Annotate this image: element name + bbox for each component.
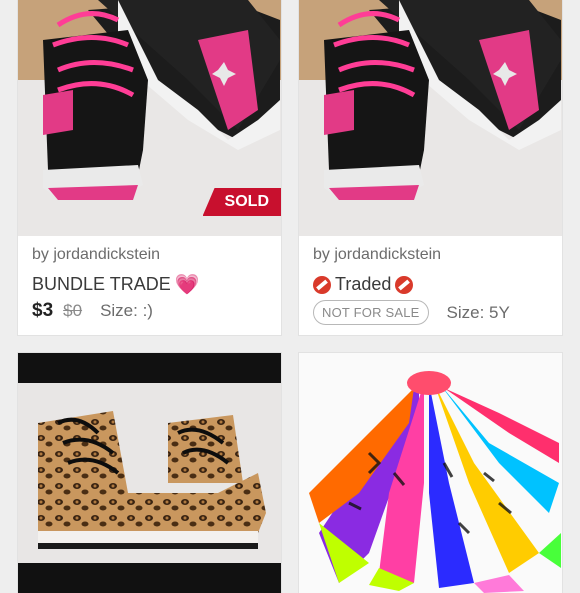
heart-icon: 💗 — [174, 273, 200, 296]
listing-title-text: Traded — [335, 274, 392, 294]
listing-details: $3 $0 Size: :) — [32, 300, 271, 322]
size-label: Size: 5Y — [446, 302, 510, 322]
listing-details: NOT FOR SALE Size: 5Y — [313, 300, 552, 325]
no-entry-icon — [313, 275, 331, 294]
no-entry-icon — [395, 275, 414, 294]
socks-photo — [299, 353, 562, 593]
listing-title-text: BUNDLE TRADE — [32, 274, 171, 294]
sneaker-photo — [299, 0, 562, 236]
listing-card[interactable] — [18, 353, 281, 593]
listing-card[interactable]: by jordandickstein Traded NOT FOR SALE S… — [299, 0, 562, 335]
listing-title[interactable]: BUNDLE TRADE 💗 — [32, 274, 271, 295]
listing-title[interactable]: Traded — [313, 274, 552, 295]
listing-photo[interactable] — [18, 353, 281, 593]
sold-badge: SOLD — [202, 188, 281, 216]
listing-card[interactable]: SOLD by jordandickstein BUNDLE TRADE 💗 $… — [18, 0, 281, 335]
seller-name[interactable]: by jordandickstein — [313, 246, 552, 264]
listing-card[interactable] — [299, 353, 562, 593]
listing-photo[interactable]: SOLD — [18, 0, 281, 236]
price: $3 — [32, 300, 54, 321]
size-label: Size: :) — [100, 301, 153, 320]
listing-photo[interactable] — [299, 353, 562, 593]
seller-name[interactable]: by jordandickstein — [32, 246, 271, 264]
not-for-sale-badge: NOT FOR SALE — [313, 300, 429, 325]
original-price: $0 — [63, 301, 83, 320]
leopard-sneaker-photo — [18, 353, 281, 593]
listing-photo[interactable] — [299, 0, 562, 236]
